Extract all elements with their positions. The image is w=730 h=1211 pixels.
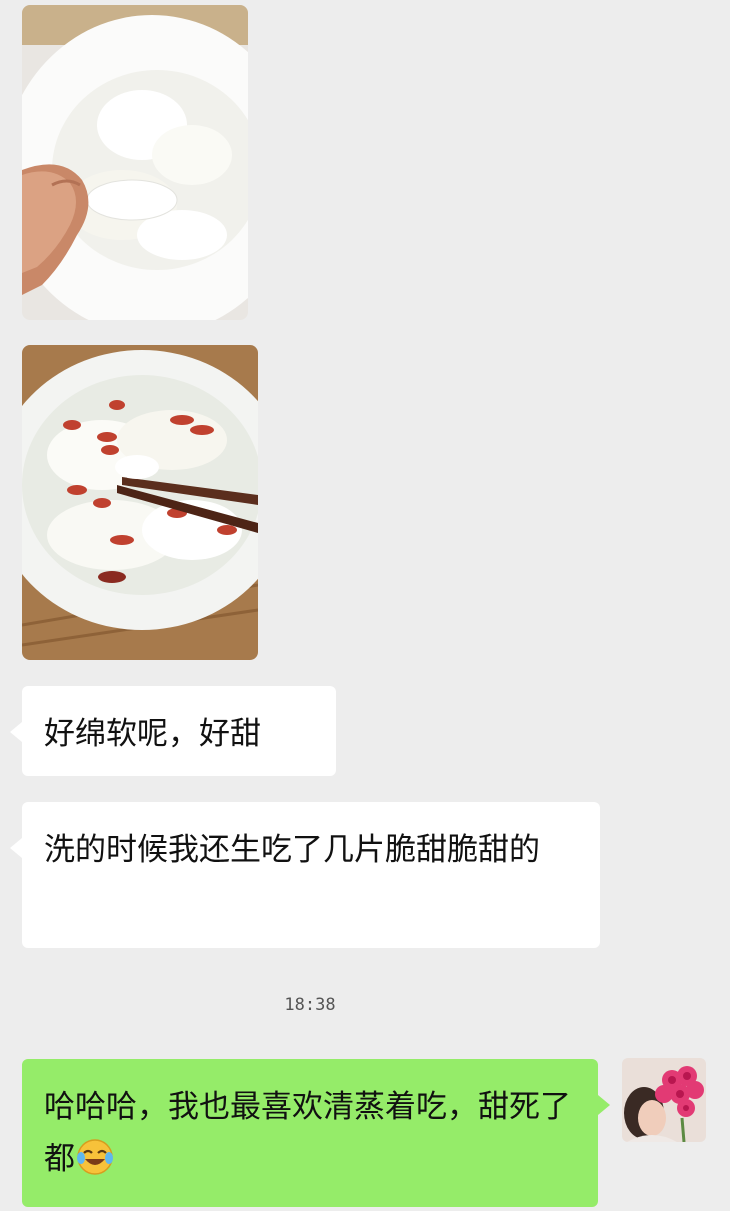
message-bubble-incoming[interactable]: 好绵软呢，好甜	[10, 686, 336, 776]
message-text: 哈哈哈，我也最喜欢清蒸着吃，甜死了都	[44, 1089, 571, 1177]
avatar[interactable]	[622, 1058, 706, 1142]
message-bubble-outgoing[interactable]: 哈哈哈，我也最喜欢清蒸着吃，甜死了都	[22, 1059, 610, 1207]
chat-image-1[interactable]	[22, 5, 248, 320]
chat-timestamp: 18:38	[284, 995, 336, 1015]
message-text: 好绵软呢，好甜	[44, 716, 261, 752]
avatar-image	[622, 1058, 706, 1142]
snow-fungus-bowl-photo	[22, 5, 248, 320]
laughing-crying-emoji-icon	[77, 1139, 113, 1175]
chat-image-2[interactable]	[22, 345, 258, 660]
message-text: 洗的时候我还生吃了几片脆甜脆甜的	[44, 832, 540, 868]
message-bubble-incoming[interactable]: 洗的时候我还生吃了几片脆甜脆甜的	[10, 802, 600, 948]
snow-fungus-plate-photo	[22, 345, 258, 660]
